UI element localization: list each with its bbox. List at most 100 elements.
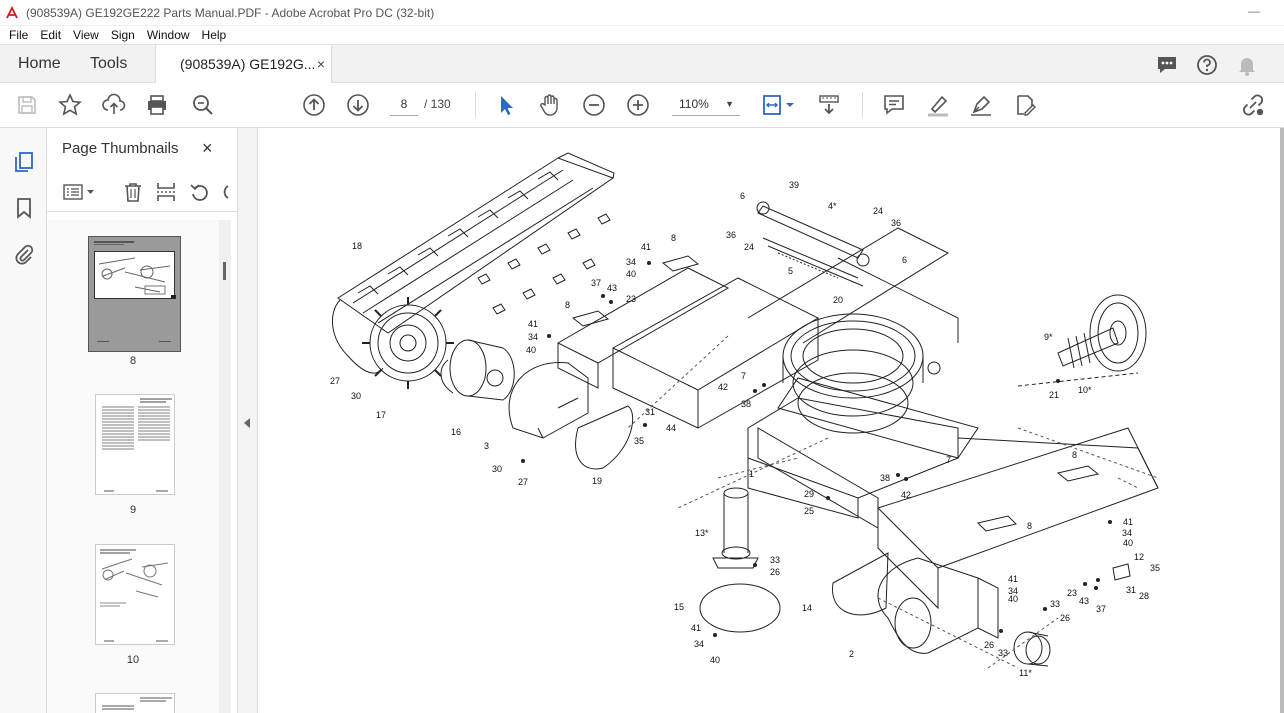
menu-help[interactable]: Help bbox=[196, 26, 233, 44]
part-label: 41 bbox=[528, 319, 538, 329]
thumbnail-10[interactable] bbox=[95, 544, 175, 645]
part-label: 41 bbox=[1008, 574, 1018, 584]
part-label: 30 bbox=[492, 464, 502, 474]
share-link-icon[interactable] bbox=[1240, 92, 1266, 118]
tab-document[interactable]: (908539A) GE192G... × bbox=[155, 45, 332, 84]
bell-icon[interactable] bbox=[1234, 52, 1260, 78]
part-label: 33 bbox=[770, 555, 780, 565]
attachment-icon[interactable] bbox=[12, 242, 36, 266]
fit-page-icon[interactable] bbox=[760, 92, 798, 118]
highlight-icon[interactable] bbox=[925, 92, 951, 118]
part-label: 24 bbox=[873, 206, 883, 216]
menu-bar: File Edit View Sign Window Help bbox=[0, 26, 1284, 44]
star-icon[interactable] bbox=[57, 92, 83, 118]
thumbnail-label-8: 8 bbox=[129, 355, 137, 367]
tabbar-right-icons bbox=[1154, 52, 1260, 78]
save-icon[interactable] bbox=[14, 92, 40, 118]
part-label: 26 bbox=[984, 640, 994, 650]
part-label: 41 bbox=[1123, 517, 1133, 527]
main-frame bbox=[556, 227, 979, 529]
toolbar-divider bbox=[475, 92, 476, 118]
part-label: 19 bbox=[592, 476, 602, 486]
panel-close-button[interactable]: × bbox=[202, 138, 213, 159]
tab-tools[interactable]: Tools bbox=[90, 55, 127, 73]
part-label: 16 bbox=[451, 427, 461, 437]
part-label: 43 bbox=[1079, 596, 1089, 606]
part-label: 15 bbox=[674, 602, 684, 612]
zoom-out-icon[interactable] bbox=[581, 92, 607, 118]
print-icon[interactable] bbox=[144, 92, 170, 118]
part-label: 9* bbox=[1044, 332, 1053, 342]
thumbnail-11[interactable] bbox=[95, 693, 175, 713]
part-label: 38 bbox=[741, 399, 751, 409]
comment-icon[interactable] bbox=[881, 92, 907, 118]
upload-icon[interactable] bbox=[101, 92, 127, 118]
delete-page-icon[interactable] bbox=[121, 180, 145, 204]
zoom-select[interactable]: 110% ▼ bbox=[672, 92, 740, 116]
tab-bar: Home Tools (908539A) GE192G... × bbox=[0, 44, 1284, 84]
round-plate bbox=[699, 583, 781, 633]
thumbnail-9[interactable] bbox=[95, 394, 175, 495]
part-label: 8 bbox=[671, 233, 676, 243]
lower-chassis bbox=[747, 397, 1159, 610]
sign-icon[interactable] bbox=[968, 92, 994, 118]
scroll-mode-icon[interactable] bbox=[816, 92, 842, 118]
tab-close-button[interactable]: × bbox=[317, 56, 325, 72]
panel-collapse-handle[interactable] bbox=[238, 128, 258, 713]
chevron-down-icon: ▼ bbox=[725, 99, 734, 109]
part-label: 37 bbox=[591, 278, 601, 288]
select-arrow-icon[interactable] bbox=[493, 92, 519, 118]
page-up-icon[interactable] bbox=[301, 92, 327, 118]
acrobat-logo-icon bbox=[4, 5, 20, 21]
swing-bearing bbox=[782, 313, 941, 434]
menu-edit[interactable]: Edit bbox=[34, 26, 67, 44]
help-icon[interactable] bbox=[1194, 52, 1220, 78]
hand-icon[interactable] bbox=[537, 92, 563, 118]
part-label: 8 bbox=[565, 300, 570, 310]
menu-sign[interactable]: Sign bbox=[105, 26, 141, 44]
page-down-icon[interactable] bbox=[345, 92, 371, 118]
part-label: 28 bbox=[1139, 591, 1149, 601]
window-right-edge bbox=[1280, 128, 1284, 713]
comments-icon[interactable] bbox=[1154, 52, 1180, 78]
thumbnail-options-icon[interactable] bbox=[62, 180, 98, 204]
part-label: 35 bbox=[1150, 563, 1160, 573]
part-label: 23 bbox=[1067, 588, 1077, 598]
part-label: 40 bbox=[710, 655, 720, 665]
part-label: 7 bbox=[946, 455, 951, 465]
travel-motor bbox=[440, 339, 515, 401]
part-label: 33 bbox=[1050, 599, 1060, 609]
document-view[interactable]: 18 27 30 17 16 3 30 27 19 31 35 44 41 34… bbox=[258, 128, 1280, 713]
part-label: 18 bbox=[352, 241, 362, 251]
page-thumbnails-icon[interactable] bbox=[12, 150, 36, 174]
extract-page-icon[interactable] bbox=[154, 180, 178, 204]
drive-sprocket bbox=[362, 297, 454, 389]
thumbnail-scrollbar[interactable] bbox=[219, 220, 231, 713]
part-label: 40 bbox=[1123, 538, 1133, 548]
part-label: 42 bbox=[901, 490, 911, 500]
thumbnail-8-selection[interactable] bbox=[88, 236, 181, 352]
motor-cover bbox=[508, 361, 589, 439]
chevron-left-icon bbox=[244, 418, 250, 428]
part-label: 17 bbox=[376, 410, 386, 420]
track-rollers bbox=[477, 213, 611, 315]
tension-cylinder bbox=[756, 201, 870, 287]
rotate-page-icon[interactable] bbox=[188, 180, 212, 204]
menu-file[interactable]: File bbox=[3, 26, 34, 44]
page-number-input[interactable]: 8 bbox=[390, 92, 418, 116]
edit-icon[interactable] bbox=[1012, 92, 1038, 118]
tab-home[interactable]: Home bbox=[18, 55, 61, 73]
part-label: 41 bbox=[641, 242, 651, 252]
bookmark-icon[interactable] bbox=[12, 196, 36, 220]
menu-view[interactable]: View bbox=[67, 26, 105, 44]
menu-window[interactable]: Window bbox=[141, 26, 196, 44]
part-label: 40 bbox=[626, 269, 636, 279]
zoom-in-icon[interactable] bbox=[625, 92, 651, 118]
zoom-search-icon[interactable] bbox=[190, 92, 216, 118]
part-label: 3 bbox=[484, 441, 489, 451]
minimize-button[interactable]: — bbox=[1248, 4, 1260, 18]
part-label: 6 bbox=[902, 255, 907, 265]
part-label: 36 bbox=[891, 218, 901, 228]
thumbnail-scroll-thumb[interactable] bbox=[223, 262, 226, 280]
more-tools-icon[interactable] bbox=[218, 180, 232, 204]
